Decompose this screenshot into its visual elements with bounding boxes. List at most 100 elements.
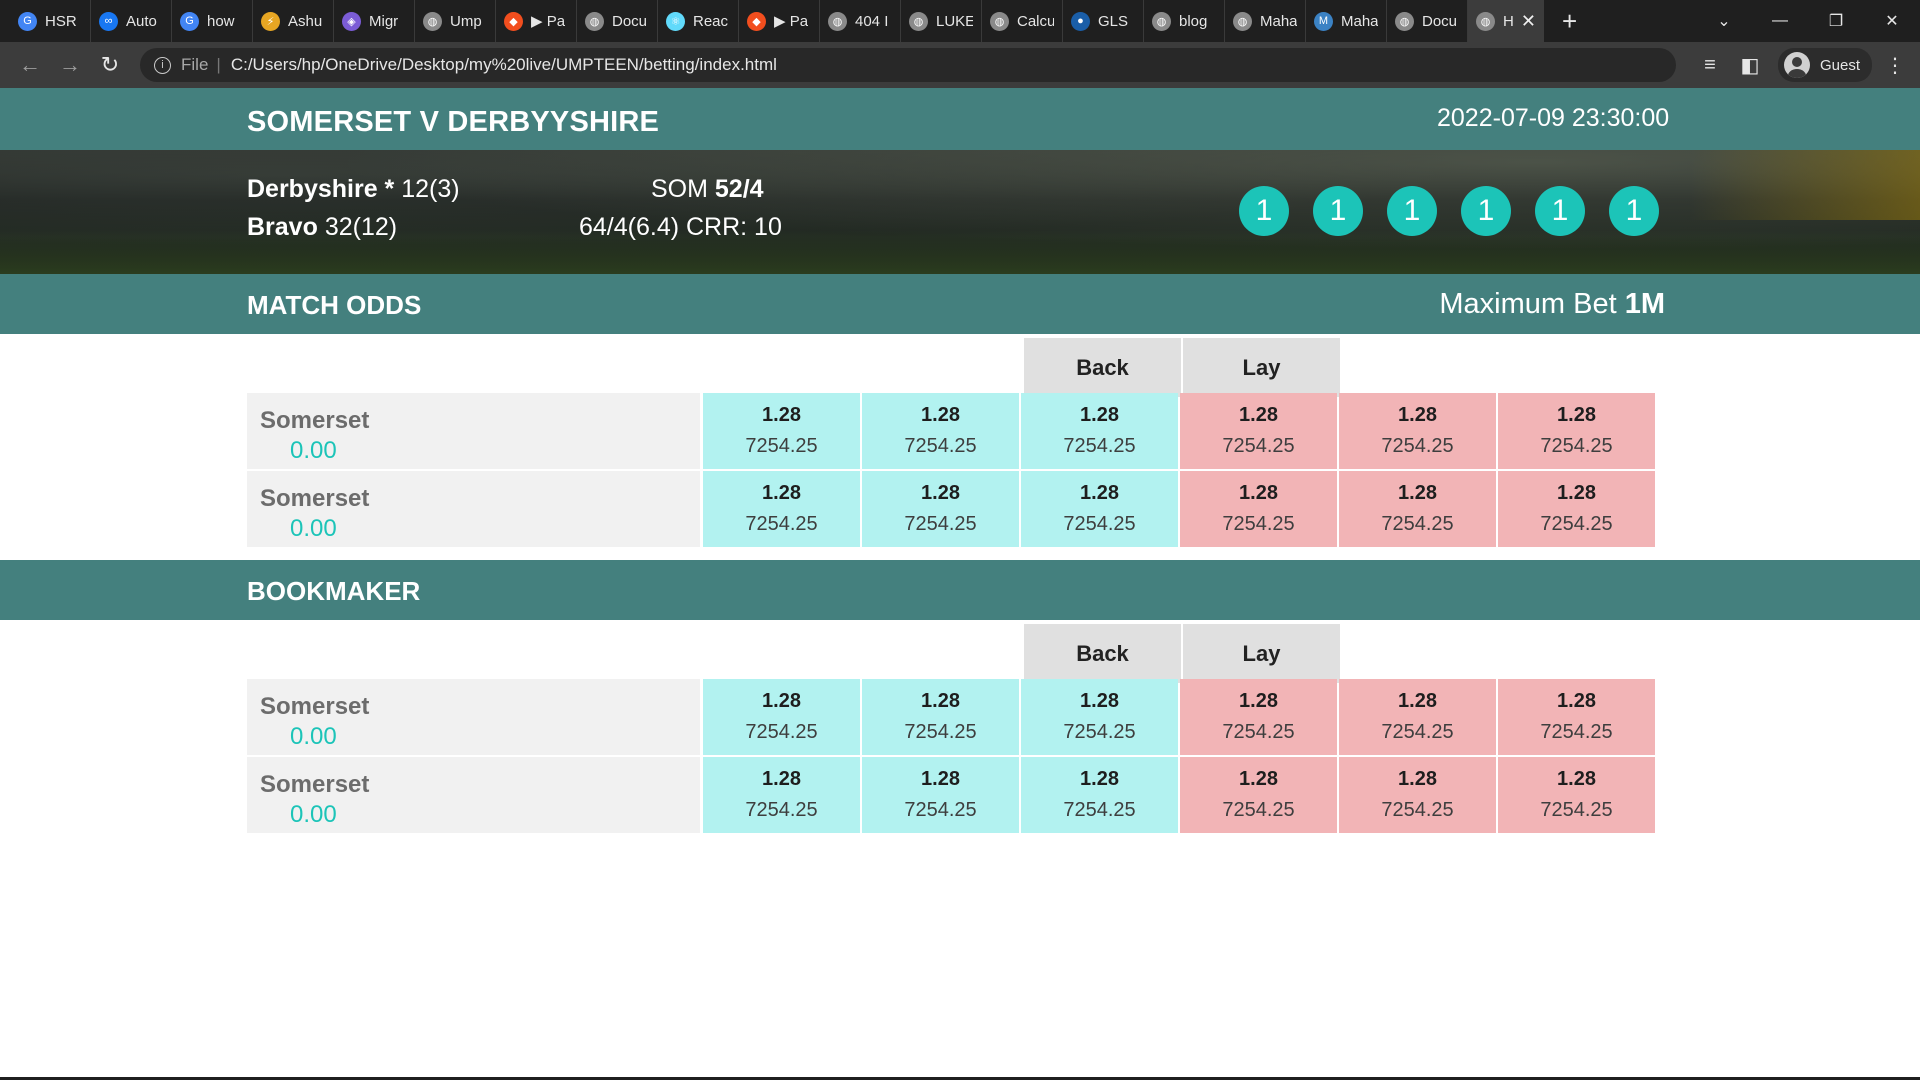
tab-label: ▶ Pa xyxy=(531,13,566,30)
tab-label: ▶ Pa xyxy=(774,13,809,30)
globe-icon: ◍ xyxy=(423,11,442,31)
match-datetime: 2022-07-09 23:30:00 xyxy=(1437,104,1670,132)
browser-tab[interactable]: ⚡ Ashu xyxy=(253,0,334,42)
tab-active[interactable]: ◍ H ✕ xyxy=(1468,0,1544,42)
runner-profit-loss: 0.00 xyxy=(290,437,337,464)
back-odds-button[interactable]: 1.28 7254.25 xyxy=(703,471,860,547)
browser-tab[interactable]: ◍ 404 I xyxy=(820,0,901,42)
odds-price: 1.28 xyxy=(921,690,960,712)
browser-tab[interactable]: ◍ blog xyxy=(1144,0,1225,42)
url-text[interactable]: C:/Users/hp/OneDrive/Desktop/my%20live/U… xyxy=(231,55,777,75)
lay-odds-button[interactable]: 1.28 7254.25 xyxy=(1180,393,1337,469)
reading-list-icon[interactable]: ≡ xyxy=(1690,54,1730,77)
lay-odds-button[interactable]: 1.28 7254.25 xyxy=(1339,757,1496,833)
browser-tab[interactable]: ∞ Auto xyxy=(91,0,172,42)
browser-tab[interactable]: ◍ Ump xyxy=(415,0,496,42)
lay-odds-button[interactable]: 1.28 7254.25 xyxy=(1180,471,1337,547)
bookmaker-market: Back Lay Somerset 0.00 1.28 7254.25 1.28 7254… xyxy=(0,620,1920,846)
back-odds-button[interactable]: 1.28 7254.25 xyxy=(862,393,1019,469)
back-odds-button[interactable]: 1.28 7254.25 xyxy=(703,393,860,469)
odds-price: 1.28 xyxy=(1398,768,1437,790)
tab-search-icon[interactable]: ⌄ xyxy=(1696,11,1752,31)
bookmaker-column-headers: Back Lay xyxy=(1024,624,1342,683)
back-odds-button[interactable]: 1.28 7254.25 xyxy=(703,757,860,833)
side-panel-icon[interactable]: ◧ xyxy=(1730,53,1770,78)
toolbar-right: ≡ ◧ Guest ⋮ xyxy=(1690,48,1910,82)
back-odds-button[interactable]: 1.28 7254.25 xyxy=(1021,679,1178,755)
minimize-button[interactable]: — xyxy=(1752,12,1808,30)
browser-tab[interactable]: ◈ Migr xyxy=(334,0,415,42)
odds-price: 1.28 xyxy=(1398,482,1437,504)
odds-price: 1.28 xyxy=(762,690,801,712)
team-score-value: 52/4 xyxy=(714,175,764,203)
info-icon[interactable]: i xyxy=(154,56,171,74)
browser-tab[interactable]: M Maha xyxy=(1306,0,1387,42)
browser-tab[interactable]: G HSR xyxy=(10,0,91,42)
back-odds-button[interactable]: 1.28 7254.25 xyxy=(862,679,1019,755)
lay-odds-button[interactable]: 1.28 7254.25 xyxy=(1339,679,1496,755)
browser-tab[interactable]: ◍ Maha xyxy=(1225,0,1306,42)
odds-size: 7254.25 xyxy=(1381,513,1454,535)
lay-odds-button[interactable]: 1.28 7254.25 xyxy=(1498,393,1655,469)
browser-tab[interactable]: ◍ LUKE xyxy=(901,0,982,42)
batsman-1-name: Derbyshire * xyxy=(247,175,395,203)
back-odds-button[interactable]: 1.28 7254.25 xyxy=(1021,393,1178,469)
lay-odds-button[interactable]: 1.28 7254.25 xyxy=(1498,757,1655,833)
google-icon: G xyxy=(180,11,199,31)
back-arrow-icon[interactable]: ← xyxy=(10,52,50,78)
lay-header: Lay xyxy=(1183,624,1340,683)
browser-tab[interactable]: ◍ Docu xyxy=(1387,0,1468,42)
odds-size: 7254.25 xyxy=(745,799,818,821)
lay-odds-button[interactable]: 1.28 7254.25 xyxy=(1339,393,1496,469)
ball-result: 1 xyxy=(1461,186,1511,236)
back-odds-button[interactable]: 1.28 7254.25 xyxy=(862,471,1019,547)
browser-tab[interactable]: ◍ Docu xyxy=(577,0,658,42)
react-icon: ⚛ xyxy=(666,11,685,31)
browser-tab[interactable]: Ghow xyxy=(172,0,253,42)
ball-result: 1 xyxy=(1239,186,1289,236)
odds-size: 7254.25 xyxy=(745,435,818,457)
reload-icon[interactable]: ↻ xyxy=(90,52,130,78)
window-controls: ⌄ — ❐ ✕ xyxy=(1696,0,1920,42)
odds-size: 7254.25 xyxy=(1222,799,1295,821)
lay-odds-button[interactable]: 1.28 7254.25 xyxy=(1498,471,1655,547)
new-tab-button[interactable]: + xyxy=(1562,0,1577,42)
menu-icon[interactable]: ⋮ xyxy=(1880,53,1910,78)
team-label: SOM xyxy=(651,175,708,203)
lay-odds-button[interactable]: 1.28 7254.25 xyxy=(1339,471,1496,547)
browser-tab[interactable]: ⚛ Reac xyxy=(658,0,739,42)
odds-price: 1.28 xyxy=(1398,404,1437,426)
odds-price: 1.28 xyxy=(1557,690,1596,712)
browser-tab[interactable]: ◆ ▶ Pa xyxy=(496,0,577,42)
close-window-button[interactable]: ✕ xyxy=(1864,11,1920,31)
back-odds-button[interactable]: 1.28 7254.25 xyxy=(1021,471,1178,547)
close-icon[interactable]: ✕ xyxy=(1521,11,1536,32)
globe-icon: ◍ xyxy=(909,11,928,31)
lay-odds-button[interactable]: 1.28 7254.25 xyxy=(1180,757,1337,833)
back-odds-button[interactable]: 1.28 7254.25 xyxy=(703,679,860,755)
url-field[interactable]: i File | C:/Users/hp/OneDrive/Desktop/my… xyxy=(140,48,1676,82)
match-odds-title: MATCH ODDS xyxy=(247,290,422,320)
lay-odds-button[interactable]: 1.28 7254.25 xyxy=(1180,679,1337,755)
recent-balls: 111111 xyxy=(1239,186,1683,236)
forward-arrow-icon[interactable]: → xyxy=(50,52,90,78)
address-bar: ← → ↻ i File | C:/Users/hp/OneDrive/Desk… xyxy=(0,42,1920,88)
browser-tab[interactable]: ● GLS xyxy=(1063,0,1144,42)
back-odds-button[interactable]: 1.28 7254.25 xyxy=(1021,757,1178,833)
batsman-1: Derbyshire * 12(3) xyxy=(247,175,460,204)
browser-tab[interactable]: ◍ Calcu xyxy=(982,0,1063,42)
odds-size: 7254.25 xyxy=(1222,721,1295,743)
profile-button[interactable]: Guest xyxy=(1777,48,1872,82)
lay-odds-button[interactable]: 1.28 7254.25 xyxy=(1498,679,1655,755)
odds-price: 1.28 xyxy=(1557,404,1596,426)
back-odds-button[interactable]: 1.28 7254.25 xyxy=(862,757,1019,833)
odds-size: 7254.25 xyxy=(1063,513,1136,535)
m-icon: M xyxy=(1314,11,1333,31)
odds-price: 1.28 xyxy=(921,482,960,504)
ball-result: 1 xyxy=(1313,186,1363,236)
runner-profit-loss: 0.00 xyxy=(290,723,337,750)
odds-price: 1.28 xyxy=(1557,482,1596,504)
browser-tab[interactable]: ◆ ▶ Pa xyxy=(739,0,820,42)
tab-label: GLS xyxy=(1098,12,1129,30)
restore-button[interactable]: ❐ xyxy=(1808,11,1864,31)
